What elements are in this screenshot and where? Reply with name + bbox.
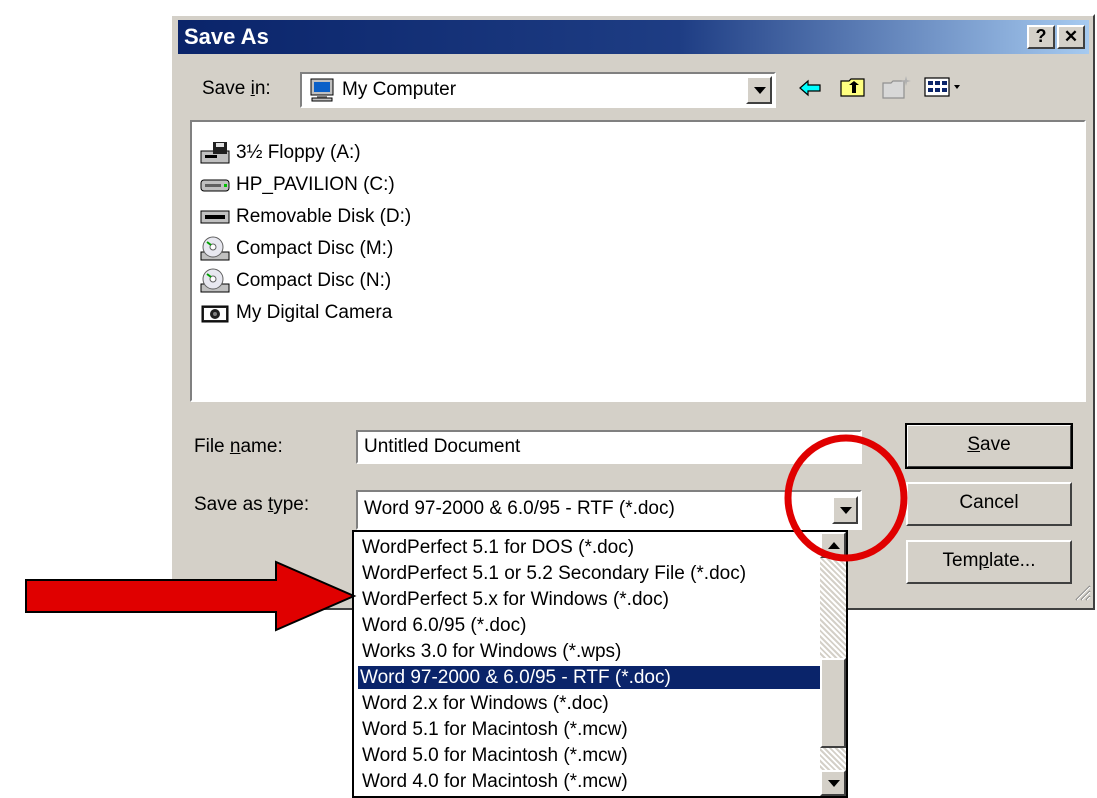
annotation-circle bbox=[784, 434, 908, 562]
annotation-overlay bbox=[25, 434, 908, 632]
annotation-arrow bbox=[25, 560, 357, 632]
